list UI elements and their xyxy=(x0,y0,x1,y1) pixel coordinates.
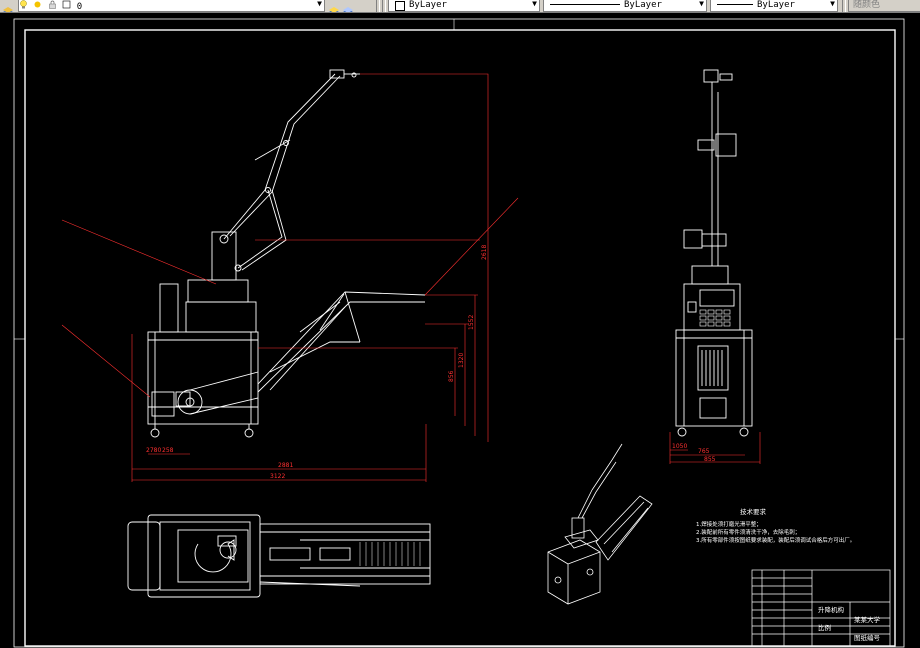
linetype-preview xyxy=(550,4,620,5)
plotstyle-dropdown[interactable]: 随颜色 xyxy=(848,0,920,12)
lineweight-preview xyxy=(717,4,753,5)
side-dimension-labels: 1050 765 855 xyxy=(672,443,716,463)
tech-req-line-1: 1.焊接处须打磨光滑平整； xyxy=(696,520,762,528)
dim-765: 765 xyxy=(698,448,710,455)
layer-tools xyxy=(2,0,16,12)
dim-2881: 2881 xyxy=(278,462,293,469)
layer-extra-tools xyxy=(328,0,356,12)
chevron-down-icon[interactable]: ▼ xyxy=(317,0,322,9)
chevron-down-icon[interactable]: ▼ xyxy=(699,0,704,9)
color-value: ByLayer xyxy=(409,0,447,10)
front-view xyxy=(147,69,426,438)
tech-req-line-3: 3.所有零部件须按图纸要求装配，装配后须调试合格后方可出厂。 xyxy=(696,536,855,544)
lineweight-value: ByLayer xyxy=(757,0,795,10)
layer-dropdown[interactable]: 0 ▼ xyxy=(18,0,325,12)
isometric-view xyxy=(547,443,653,605)
sun-icon[interactable] xyxy=(33,0,42,9)
dim-2618: 2618 xyxy=(481,245,488,260)
center-marks xyxy=(14,19,904,340)
tech-req-title: 技术要求 xyxy=(740,507,767,516)
drawing-name: 升降机构 xyxy=(818,605,845,614)
sheet-number: 图纸编号 xyxy=(854,633,881,642)
title-block-text: 升降机构 某某大学 比例 图纸编号 xyxy=(818,605,881,642)
layer-manager-icon[interactable] xyxy=(2,1,14,12)
dim-1552: 1552 xyxy=(468,315,475,330)
dim-855: 855 xyxy=(704,456,716,463)
lineweight-dropdown[interactable]: ByLayer ▼ xyxy=(710,0,838,12)
scale-label: 比例 xyxy=(818,623,831,632)
top-view xyxy=(127,514,431,598)
toolbar-separator xyxy=(376,0,380,12)
lightbulb-icon[interactable] xyxy=(19,0,28,9)
linetype-dropdown[interactable]: ByLayer ▼ xyxy=(543,0,707,12)
toolbar-separator xyxy=(382,0,386,12)
tech-req-line-2: 2.装配前所有零件须清洗干净，去除毛刺； xyxy=(696,528,800,536)
dim-258: 258 xyxy=(162,447,174,454)
make-current-layer-icon[interactable] xyxy=(328,1,340,12)
color-swatch-icon[interactable] xyxy=(62,0,71,9)
layer-previous-icon[interactable] xyxy=(342,1,354,12)
company-name: 某某大学 xyxy=(854,615,881,624)
chevron-down-icon[interactable]: ▼ xyxy=(532,0,537,9)
dim-856: 856 xyxy=(448,370,455,382)
dim-2780: 2780 xyxy=(146,447,161,454)
color-dropdown[interactable]: ByLayer ▼ xyxy=(388,0,540,12)
dim-3122: 3122 xyxy=(270,473,285,480)
technical-requirements: 技术要求 1.焊接处须打磨光滑平整； 2.装配前所有零件须清洗干净，去除毛刺； … xyxy=(696,507,855,544)
outer-border xyxy=(13,18,905,648)
linetype-value: ByLayer xyxy=(624,0,662,10)
side-view xyxy=(675,69,753,437)
toolbar-separator xyxy=(842,0,846,12)
dim-1050: 1050 xyxy=(672,443,687,450)
color-swatch-icon xyxy=(395,1,405,11)
layer-name: 0 xyxy=(76,2,83,12)
chevron-down-icon[interactable]: ▼ xyxy=(830,0,835,9)
model-space-canvas[interactable]: 2618 1552 1320 856 2881 3122 2780 258 10… xyxy=(0,12,920,648)
dim-1320: 1320 xyxy=(458,353,465,368)
inner-border xyxy=(24,29,896,647)
plotstyle-value: 随颜色 xyxy=(853,0,881,10)
layer-lock-icon[interactable] xyxy=(48,0,57,9)
